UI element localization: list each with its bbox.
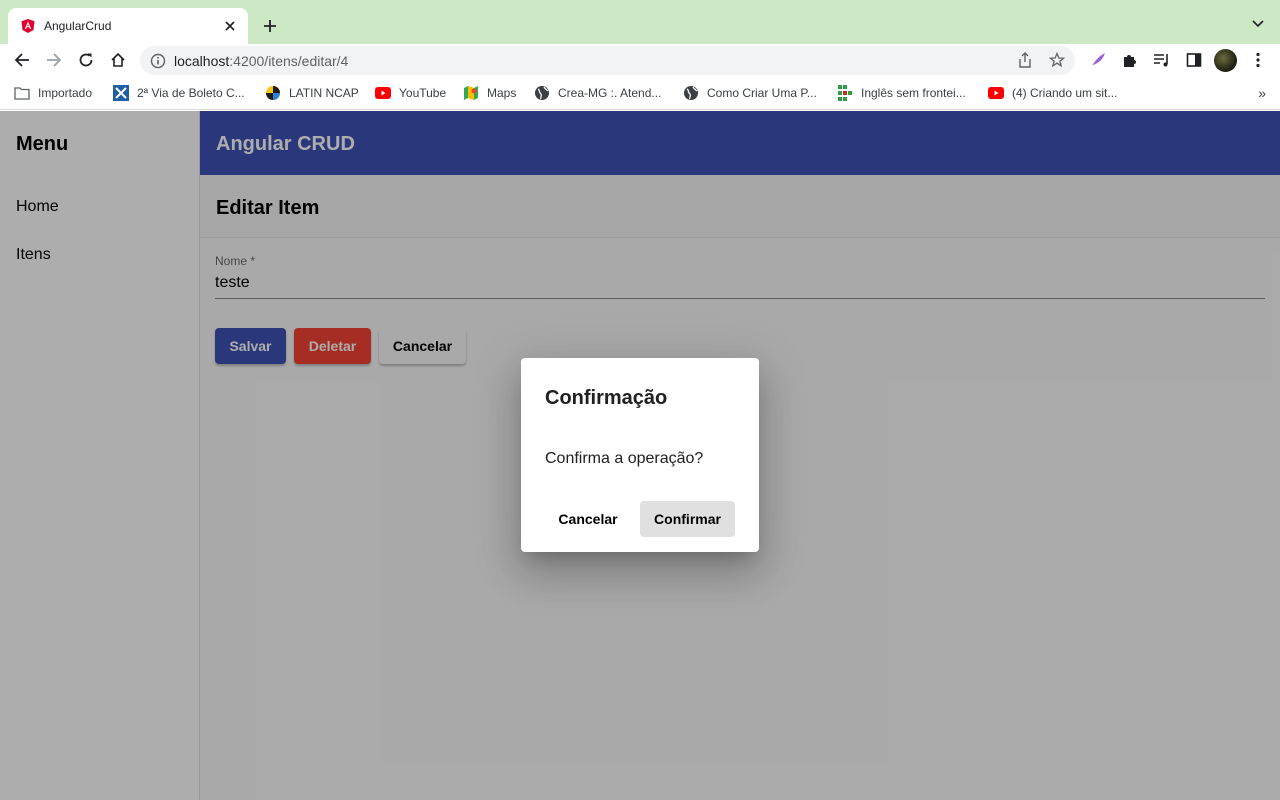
star-icon[interactable] (1047, 50, 1067, 70)
bookmark-item[interactable]: YouTube (375, 84, 446, 102)
bookmark-label: Inglês sem frontei... (861, 86, 966, 100)
back-arrow-icon[interactable] (10, 48, 34, 72)
youtube-icon (988, 85, 1004, 101)
bookmark-label: YouTube (399, 86, 447, 100)
home-icon[interactable] (106, 48, 130, 72)
profile-avatar[interactable] (1214, 49, 1237, 72)
bookmark-item[interactable]: Maps (463, 84, 516, 102)
folder-icon (14, 85, 30, 101)
bookmark-item[interactable]: Inglês sem frontei... (837, 84, 966, 102)
youtube-icon (375, 85, 391, 101)
feather-extension-icon[interactable] (1086, 48, 1110, 72)
bookmark-label: 2ª Via de Boleto C... (137, 86, 245, 100)
dialog-confirm-button[interactable]: Confirmar (640, 501, 735, 537)
bookmark-label: Como Criar Uma P... (707, 86, 817, 100)
bookmark-label: Importado (38, 86, 93, 100)
bookmark-label: LATIN NCAP (289, 86, 359, 100)
bookmark-label: (4) Criando um sit... (1012, 86, 1118, 100)
bookmark-label: Crea-MG :. Atend... (558, 86, 662, 100)
bookmarks-bar: Importado 2ª Via de Boleto C... LATIN NC… (0, 76, 1280, 110)
bookmark-label: Maps (487, 86, 517, 100)
media-queue-icon[interactable] (1150, 48, 1174, 72)
tab-strip: AngularCrud (0, 0, 1280, 44)
latin-ncap-icon (265, 85, 281, 101)
green-grid-icon (837, 85, 853, 101)
url-host: localhost (174, 52, 230, 69)
address-bar[interactable]: localhost:4200/itens/editar/4 (140, 46, 1075, 75)
new-tab-icon[interactable] (258, 14, 282, 38)
bookmark-item[interactable]: Como Criar Uma P... (683, 84, 817, 102)
url-text: localhost:4200/itens/editar/4 (174, 53, 348, 69)
confirm-dialog: Confirmação Confirma a operação? Cancela… (521, 358, 759, 552)
tab-title: AngularCrud (44, 19, 112, 33)
globe-icon (534, 85, 550, 101)
maps-icon (463, 85, 479, 101)
forward-arrow-icon[interactable] (42, 48, 66, 72)
boleto-icon (113, 85, 129, 101)
puzzle-extension-icon[interactable] (1118, 48, 1142, 72)
bookmark-item[interactable]: Importado (14, 84, 92, 102)
side-panel-icon[interactable] (1182, 48, 1206, 72)
dialog-title: Confirmação (545, 387, 668, 409)
url-path: :4200/itens/editar/4 (229, 52, 349, 69)
chevron-down-icon[interactable] (1248, 14, 1268, 34)
angular-icon (20, 18, 36, 34)
globe-icon (683, 85, 699, 101)
browser-tab[interactable]: AngularCrud (8, 8, 248, 44)
more-bookmarks-chevron[interactable]: » (1258, 85, 1266, 101)
share-icon[interactable] (1015, 50, 1035, 70)
info-icon[interactable] (150, 53, 166, 69)
dialog-cancel-button[interactable]: Cancelar (548, 501, 628, 537)
bookmark-item[interactable]: (4) Criando um sit... (988, 84, 1117, 102)
close-icon[interactable] (222, 18, 238, 34)
reload-icon[interactable] (74, 48, 98, 72)
bookmark-item[interactable]: LATIN NCAP (265, 84, 359, 102)
browser-toolbar: localhost:4200/itens/editar/4 (0, 44, 1280, 76)
dialog-message: Confirma a operação? (545, 450, 704, 467)
bookmark-item[interactable]: 2ª Via de Boleto C... (113, 84, 245, 102)
kebab-menu-icon[interactable] (1246, 48, 1270, 72)
bookmark-item[interactable]: Crea-MG :. Atend... (534, 84, 661, 102)
